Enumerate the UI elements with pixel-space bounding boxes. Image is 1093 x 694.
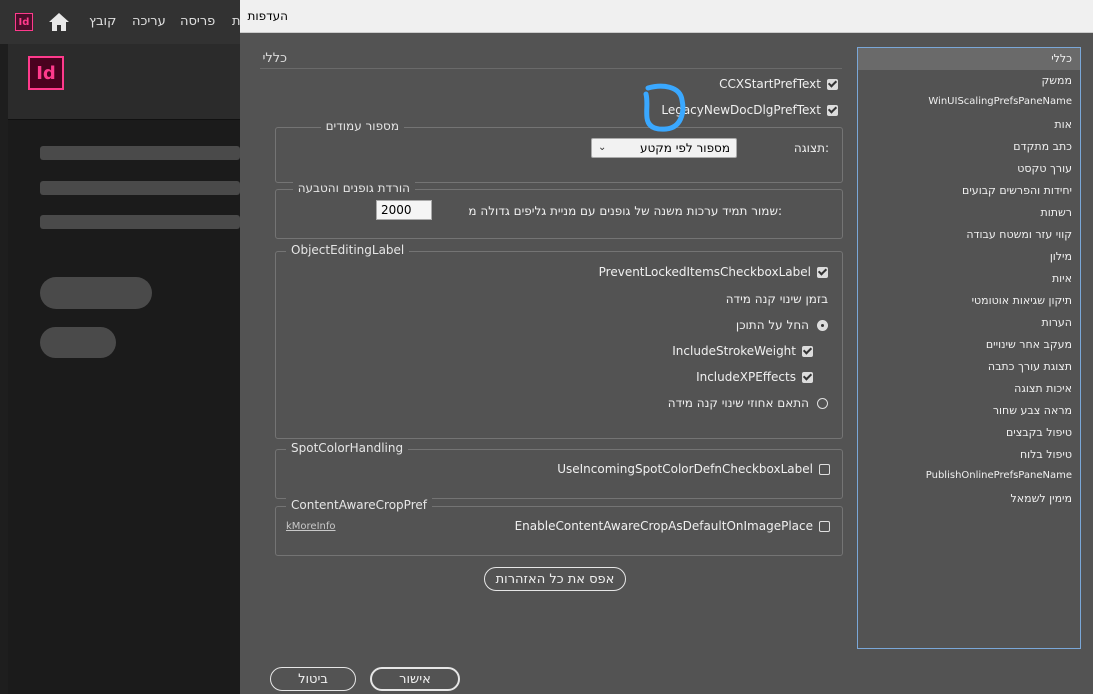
spot-color-checkbox[interactable] xyxy=(819,463,830,475)
category-publish-online[interactable]: PublishOnlinePrefsPaneName xyxy=(926,470,1072,481)
skeleton-line xyxy=(40,146,240,160)
section-divider xyxy=(260,68,842,69)
category-file-handling[interactable]: טיפול בקבצים xyxy=(1006,426,1072,439)
ccx-start-label: CCXStartPrefText xyxy=(719,77,821,91)
skeleton-line xyxy=(40,181,240,195)
home-icon[interactable] xyxy=(48,12,70,32)
object-editing-group: ObjectEditingLabel PreventLockedItemsChe… xyxy=(275,243,843,439)
content-aware-checkbox[interactable] xyxy=(819,520,830,532)
view-label: :תצוגה xyxy=(793,141,829,155)
include-effects-label: IncludeXPEffects xyxy=(696,370,796,384)
menu-file[interactable]: קובץ xyxy=(89,14,116,29)
more-info-link[interactable]: kMoreInfo xyxy=(286,521,336,532)
cancel-button[interactable]: ביטול xyxy=(270,667,356,691)
legacy-new-doc-checkbox[interactable] xyxy=(827,104,838,116)
adjust-scaling-label: התאם אחוזי שינוי קנה מידה xyxy=(667,396,809,410)
spot-color-option[interactable]: UseIncomingSpotColorDefnCheckboxLabel xyxy=(557,462,830,476)
apply-to-content-option[interactable]: החל על התוכן xyxy=(736,318,828,332)
ccx-start-option[interactable]: CCXStartPrefText xyxy=(719,77,838,91)
category-general[interactable]: כללי xyxy=(858,48,1080,70)
spot-color-group: SpotColorHandling UseIncomingSpotColorDe… xyxy=(275,441,843,499)
include-stroke-label: IncludeStrokeWeight xyxy=(672,344,796,358)
prevent-locked-option[interactable]: PreventLockedItemsCheckboxLabel xyxy=(599,265,828,279)
indesign-logo: Id xyxy=(28,56,64,90)
category-display-performance[interactable]: איכות תצוגה xyxy=(1014,382,1072,395)
view-select[interactable]: מספור לפי מקטע ⌄ xyxy=(591,138,737,158)
preferences-dialog: העדפות כללי CCXStartPrefText LegacyNewDo… xyxy=(240,0,1093,694)
skeleton-line xyxy=(40,215,240,229)
dialog-title: העדפות xyxy=(247,9,288,23)
font-download-group: הורדת גופנים והטבעה :שמור תמיד ערכות משנ… xyxy=(275,181,843,239)
dialog-titlebar: העדפות xyxy=(240,0,1093,33)
category-notes[interactable]: הערות xyxy=(1041,316,1072,329)
adjust-scaling-option[interactable]: התאם אחוזי שינוי קנה מידה xyxy=(668,396,828,410)
font-subset-label: :שמור תמיד ערכות משנה של גופנים עם מניית… xyxy=(468,204,782,218)
category-grids[interactable]: רשתות xyxy=(1041,206,1072,219)
ok-button[interactable]: אישור xyxy=(370,667,460,691)
category-dictionary[interactable]: מילון xyxy=(1050,250,1072,263)
content-aware-group: ContentAwareCropPref EnableContentAwareC… xyxy=(275,498,843,556)
category-units[interactable]: יחידות והפרשים קבועים xyxy=(962,184,1072,197)
category-advanced-type[interactable]: כתב מתקדם xyxy=(1013,140,1072,153)
category-autocorrect[interactable]: תיקון שגיאות אוטומטי xyxy=(972,294,1072,307)
skeleton-button xyxy=(40,277,152,309)
app-menubar: Id קובץ עריכה פריסה ת xyxy=(0,0,241,44)
glyph-threshold-input[interactable]: 2000 xyxy=(376,200,432,220)
skeleton-button xyxy=(40,327,116,358)
ccx-start-checkbox[interactable] xyxy=(827,78,838,90)
category-black-appearance[interactable]: מראה צבע שחור xyxy=(993,404,1072,417)
category-type[interactable]: אות xyxy=(1054,118,1072,131)
preferences-category-list[interactable]: כללי ממשק WinUIScalingPrefsPaneName אות … xyxy=(857,47,1081,649)
spot-color-label: UseIncomingSpotColorDefnCheckboxLabel xyxy=(557,462,813,476)
include-stroke-checkbox[interactable] xyxy=(802,345,813,357)
object-editing-legend: ObjectEditingLabel xyxy=(286,243,410,257)
category-track-changes[interactable]: מעקב אחר שינויים xyxy=(986,338,1072,351)
category-spelling[interactable]: איות xyxy=(1052,272,1072,285)
category-interface[interactable]: ממשק xyxy=(1041,74,1072,87)
apply-to-content-radio[interactable] xyxy=(817,319,828,331)
category-story-editor[interactable]: תצוגת עורך כתבה xyxy=(988,360,1072,373)
category-guides[interactable]: קווי עזר ומשטח עבודה xyxy=(966,228,1072,241)
scaling-label: בזמן שינוי קנה מידה xyxy=(725,292,828,306)
spot-color-legend: SpotColorHandling xyxy=(286,441,409,455)
page-numbering-group: מספור עמודים :תצוגה מספור לפי מקטע ⌄ xyxy=(275,119,843,183)
highlight-annotation-icon xyxy=(643,83,686,132)
content-aware-option[interactable]: EnableContentAwareCropAsDefaultOnImagePl… xyxy=(515,519,830,533)
section-title: כללי xyxy=(262,51,287,66)
category-ui-scaling[interactable]: WinUIScalingPrefsPaneName xyxy=(928,96,1072,107)
prevent-locked-checkbox[interactable] xyxy=(817,266,828,278)
home-panel xyxy=(8,44,240,694)
view-select-value: מספור לפי מקטע xyxy=(639,141,730,155)
reset-warnings-button[interactable]: אפס את כל האזהרות xyxy=(484,567,626,591)
prevent-locked-label: PreventLockedItemsCheckboxLabel xyxy=(598,265,811,279)
category-clipboard[interactable]: טיפול בלוח xyxy=(1020,448,1072,461)
include-effects-checkbox[interactable] xyxy=(802,371,813,383)
font-download-legend: הורדת גופנים והטבעה xyxy=(292,181,415,195)
category-right-to-left[interactable]: מימין לשמאל xyxy=(1011,492,1072,505)
include-stroke-option[interactable]: IncludeStrokeWeight xyxy=(672,344,813,358)
category-composition[interactable]: עורך טקסט xyxy=(1017,162,1072,175)
include-effects-option[interactable]: IncludeXPEffects xyxy=(696,370,813,384)
menu-edit[interactable]: עריכה xyxy=(132,14,166,29)
apply-to-content-label: החל על התוכן xyxy=(735,318,809,332)
indesign-logo-small: Id xyxy=(15,13,33,31)
menu-layout[interactable]: פריסה xyxy=(180,14,215,29)
page-numbering-legend: מספור עמודים xyxy=(320,119,404,133)
chevron-down-icon: ⌄ xyxy=(598,142,607,153)
content-aware-label: EnableContentAwareCropAsDefaultOnImagePl… xyxy=(514,519,813,533)
content-aware-legend: ContentAwareCropPref xyxy=(286,498,432,512)
adjust-scaling-radio[interactable] xyxy=(817,397,828,409)
